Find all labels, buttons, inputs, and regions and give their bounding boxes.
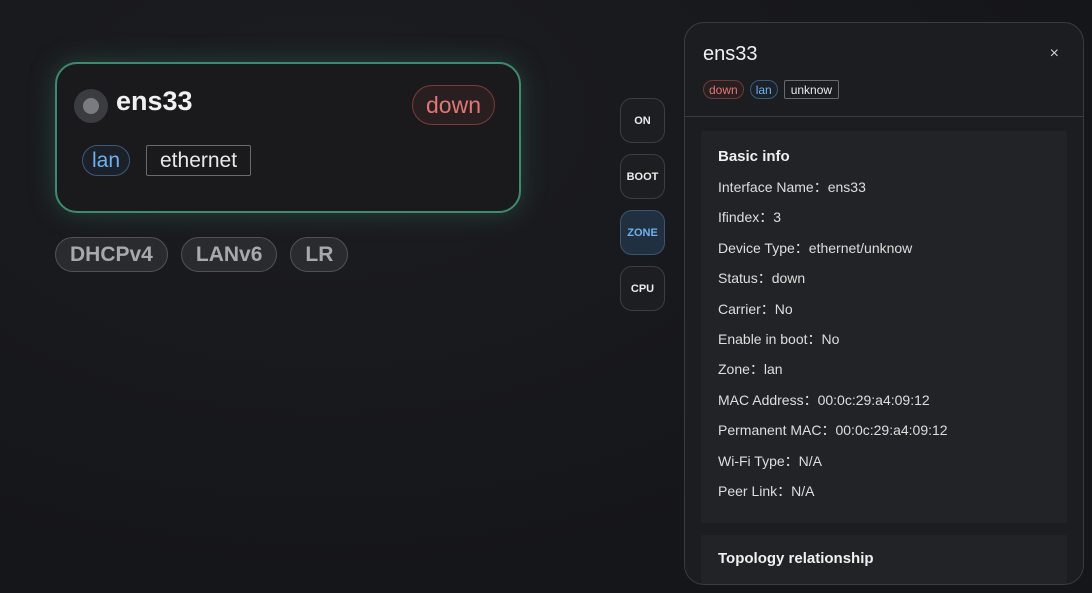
node-status-badge: down [412,85,495,125]
toggle-cpu-button[interactable]: CPU [620,266,665,311]
topology-section: Topology relationship [701,535,1067,584]
node-title: ens33 [116,86,193,116]
panel-zone-tag: lan [749,80,778,99]
toggle-on-button[interactable]: ON [620,98,665,143]
panel-status-tag: down [703,80,744,99]
toggle-boot-button[interactable]: BOOT [620,154,665,199]
service-chip-lr[interactable]: LR [290,237,349,272]
info-row-status: Status：down [718,270,806,287]
info-row-peer-link: Peer Link：N/A [718,482,815,499]
info-row-enable-in-boot: Enable in boot：No [718,330,840,347]
service-chip-dhcpv4[interactable]: DHCPv4 [55,237,168,272]
topology-title: Topology relationship [718,550,874,567]
interface-detail-panel: ens33 × down lan unknow Basic info Inter… [684,22,1084,585]
topology-canvas[interactable]: ens33 down lan ethernet DHCPv4 LANv6 LR … [0,0,1092,593]
panel-divider [685,116,1083,117]
interface-node-card[interactable]: ens33 down lan ethernet [55,62,521,213]
panel-type-tag: unknow [783,80,840,99]
close-icon[interactable]: × [1050,45,1059,63]
basic-info-section: Basic info Interface Name：ens33 Ifindex：… [701,131,1067,523]
info-row-interface-name: Interface Name：ens33 [718,179,866,195]
view-toggle-column: ON BOOT ZONE CPU [620,98,666,322]
info-row-permanent-mac: Permanent MAC：00:0c:29:a4:09:12 [718,422,948,439]
info-row-zone: Zone：lan [718,361,783,378]
status-indicator [74,89,108,123]
info-row-wifi-type: Wi-Fi Type：N/A [718,452,822,469]
info-row-ifindex: Ifindex：3 [718,209,782,226]
info-row-device-type: Device Type：ethernet/unknow [718,239,913,256]
node-type-badge: ethernet [146,145,252,176]
status-dot-icon [83,98,99,114]
basic-info-title: Basic info [718,148,790,165]
panel-title: ens33 [703,43,758,65]
panel-tag-row: down lan unknow [703,80,840,99]
info-row-mac-address: MAC Address：00:0c:29:a4:09:12 [718,391,930,408]
toggle-zone-button[interactable]: ZONE [620,210,665,255]
node-zone-badge: lan [82,145,131,176]
service-chip-lanv6[interactable]: LANv6 [180,237,278,272]
service-chip-row: DHCPv4 LANv6 LR [55,237,349,272]
info-row-carrier: Carrier：No [718,300,793,317]
